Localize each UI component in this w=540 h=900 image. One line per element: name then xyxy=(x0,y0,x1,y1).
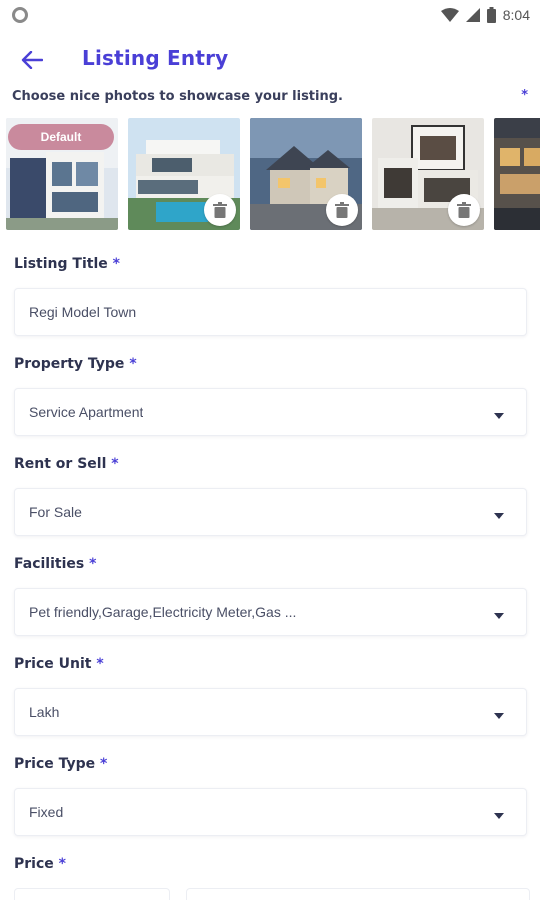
status-time: 8:04 xyxy=(502,7,530,23)
label-text: Rent or Sell xyxy=(14,456,107,472)
required-marker: * xyxy=(111,456,119,472)
battery-icon xyxy=(486,7,496,23)
rent-or-sell-value: For Sale xyxy=(29,504,82,520)
required-marker: * xyxy=(100,756,108,772)
photo-thumbnail[interactable] xyxy=(128,118,240,230)
trash-icon xyxy=(213,202,227,218)
price-unit-dropdown[interactable]: Lakh xyxy=(14,688,527,736)
chevron-down-icon xyxy=(494,513,504,519)
app-bar: Listing Entry xyxy=(0,40,540,80)
back-button[interactable] xyxy=(18,46,46,74)
photos-required-marker: * xyxy=(521,88,528,103)
chevron-down-icon xyxy=(494,813,504,819)
label-text: Price Unit xyxy=(14,656,92,672)
label-text: Property Type xyxy=(14,356,125,372)
delete-photo-button[interactable] xyxy=(204,194,236,226)
default-badge: Default xyxy=(8,124,114,150)
status-icons: 8:04 xyxy=(440,5,530,25)
notification-icon xyxy=(12,7,28,23)
chevron-down-icon xyxy=(494,413,504,419)
photo-thumbnail[interactable] xyxy=(250,118,362,230)
chevron-down-icon xyxy=(494,713,504,719)
property-type-dropdown[interactable]: Service Apartment xyxy=(14,388,527,436)
facilities-value: Pet friendly,Garage,Electricity Meter,Ga… xyxy=(29,604,297,620)
required-marker: * xyxy=(96,656,104,672)
house-photo-image xyxy=(494,118,540,230)
arrow-left-icon xyxy=(21,51,43,69)
signal-icon xyxy=(465,8,480,22)
price-type-value: Fixed xyxy=(29,804,64,820)
price-type-label: Price Type * xyxy=(14,756,107,772)
photo-thumbnail[interactable]: Default xyxy=(6,118,118,230)
price-unit-value: Lakh xyxy=(29,704,60,720)
price-type-dropdown[interactable]: Fixed xyxy=(14,788,527,836)
photo-thumbnail[interactable] xyxy=(372,118,484,230)
listing-title-label: Listing Title * xyxy=(14,256,120,272)
trash-icon xyxy=(335,202,349,218)
label-text: Facilities xyxy=(14,556,85,572)
price-currency-input[interactable] xyxy=(14,888,170,900)
photo-thumbnail[interactable] xyxy=(494,118,540,230)
required-marker: * xyxy=(129,356,137,372)
photos-hint: Choose nice photos to showcase your list… xyxy=(12,89,343,104)
rent-or-sell-dropdown[interactable]: For Sale xyxy=(14,488,527,536)
price-label: Price * xyxy=(14,856,66,872)
chevron-down-icon xyxy=(494,613,504,619)
photo-strip[interactable]: Default xyxy=(6,118,540,230)
required-marker: * xyxy=(89,556,97,572)
facilities-dropdown[interactable]: Pet friendly,Garage,Electricity Meter,Ga… xyxy=(14,588,527,636)
listing-title-input[interactable]: Regi Model Town xyxy=(14,288,527,336)
label-text: Listing Title xyxy=(14,256,108,272)
label-text: Price xyxy=(14,856,54,872)
label-text: Price Type xyxy=(14,756,96,772)
facilities-label: Facilities * xyxy=(14,556,96,572)
rent-or-sell-label: Rent or Sell * xyxy=(14,456,119,472)
property-type-label: Property Type * xyxy=(14,356,137,372)
price-amount-input[interactable] xyxy=(186,888,530,900)
status-bar: 8:04 xyxy=(0,0,540,30)
property-type-value: Service Apartment xyxy=(29,404,144,420)
required-marker: * xyxy=(58,856,66,872)
listing-title-value: Regi Model Town xyxy=(29,304,137,320)
price-unit-label: Price Unit * xyxy=(14,656,104,672)
required-marker: * xyxy=(112,256,120,272)
delete-photo-button[interactable] xyxy=(448,194,480,226)
delete-photo-button[interactable] xyxy=(326,194,358,226)
wifi-icon xyxy=(440,8,459,22)
trash-icon xyxy=(457,202,471,218)
page-title: Listing Entry xyxy=(82,46,229,70)
